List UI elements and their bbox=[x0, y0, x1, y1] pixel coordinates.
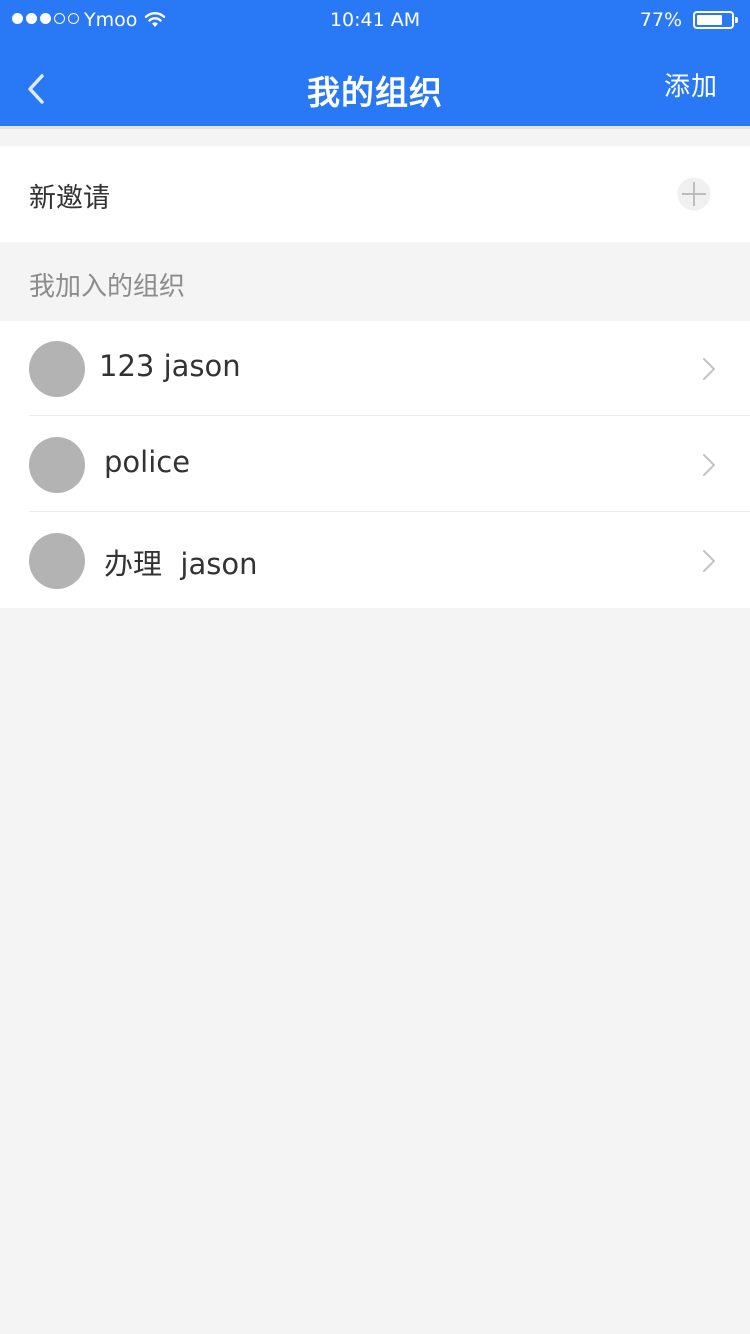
app-header: Ymoo 10:41 AM 77% 我的组织 添加 bbox=[0, 0, 750, 126]
row-divider bbox=[29, 511, 750, 512]
organization-item[interactable]: 123 jason bbox=[0, 321, 750, 416]
avatar bbox=[29, 437, 85, 493]
organization-name: 123 jason bbox=[99, 349, 241, 383]
chevron-right-icon bbox=[703, 550, 715, 572]
avatar bbox=[29, 341, 85, 397]
new-invitation-label: 新邀请 bbox=[29, 183, 110, 214]
battery-icon bbox=[693, 11, 738, 29]
joined-organizations-heading: 我加入的组织 bbox=[29, 272, 186, 302]
header-divider bbox=[0, 126, 750, 129]
chevron-right-icon bbox=[703, 454, 715, 476]
new-invitation-row[interactable]: 新邀请 bbox=[0, 146, 750, 242]
organization-item[interactable]: 办理 jason bbox=[0, 513, 750, 608]
chevron-right-icon bbox=[703, 358, 715, 380]
organization-name: police bbox=[104, 445, 191, 479]
row-divider bbox=[29, 415, 750, 416]
status-bar: Ymoo 10:41 AM 77% bbox=[0, 0, 750, 40]
page-title: 我的组织 bbox=[307, 73, 443, 112]
organization-item[interactable]: police bbox=[0, 417, 750, 512]
status-time: 10:41 AM bbox=[329, 9, 421, 31]
plus-circle-icon[interactable] bbox=[677, 177, 711, 211]
battery-level bbox=[697, 15, 722, 25]
battery-cap bbox=[735, 17, 738, 23]
organization-list: 123 jason police 办理 jason bbox=[0, 321, 750, 608]
battery-percent: 77% bbox=[639, 9, 682, 31]
add-button[interactable]: 添加 bbox=[664, 66, 718, 103]
organization-name: 办理 jason bbox=[104, 547, 258, 581]
avatar bbox=[29, 533, 85, 589]
